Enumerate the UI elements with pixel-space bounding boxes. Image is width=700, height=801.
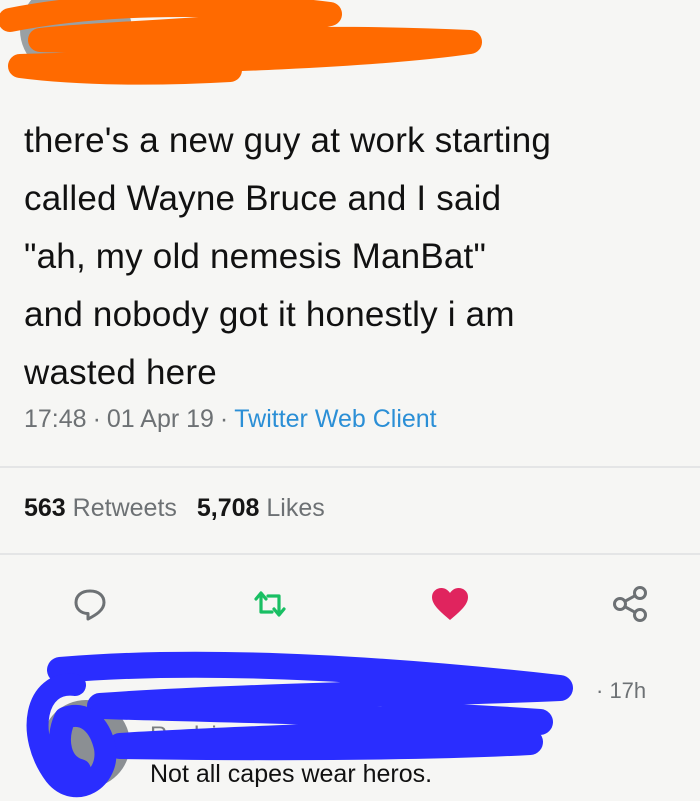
tweet-client-link[interactable]: Twitter Web Client (234, 405, 436, 433)
retweet-button[interactable] (248, 582, 292, 626)
likes-count: 5,708 (196, 494, 260, 522)
redaction-scribble-top (0, 0, 482, 85)
divider (0, 466, 700, 468)
tweet-text: there's a new guy at work starting calle… (24, 112, 684, 402)
tweet-line: there's a new guy at work starting (24, 121, 552, 160)
share-icon (613, 586, 647, 622)
tweet-line: wasted here (24, 353, 217, 392)
speech-bubble-icon (74, 589, 106, 621)
tweet-meta: 17:48 · 01 Apr 19 · Twitter Web Client (24, 405, 437, 433)
tweet-line: "ah, my old nemesis ManBat" (24, 237, 487, 276)
like-button[interactable] (428, 582, 472, 626)
tweet-line: and nobody got it honestly i am (24, 295, 515, 334)
reply-button[interactable] (68, 582, 112, 626)
reply-time: · 17h (596, 678, 647, 703)
tweet-time: 17:48 (24, 405, 87, 433)
redaction-scribble-bottom (26, 651, 573, 798)
divider (0, 553, 700, 555)
heart-icon (432, 588, 468, 620)
retweets-count: 563 (24, 494, 66, 522)
retweet-icon (254, 591, 286, 617)
likes-label: Likes (266, 494, 325, 522)
share-button[interactable] (608, 582, 652, 626)
tweet-stats: 563 Retweets 5,708 Likes (24, 494, 325, 523)
retweets-label: Retweets (72, 494, 177, 522)
likes-stat[interactable]: 5,708 Likes (197, 494, 325, 522)
tweet-date: 01 Apr 19 (106, 405, 214, 433)
tweet-line: called Wayne Bruce and I said (24, 179, 502, 218)
retweets-stat[interactable]: 563 Retweets (24, 494, 177, 522)
